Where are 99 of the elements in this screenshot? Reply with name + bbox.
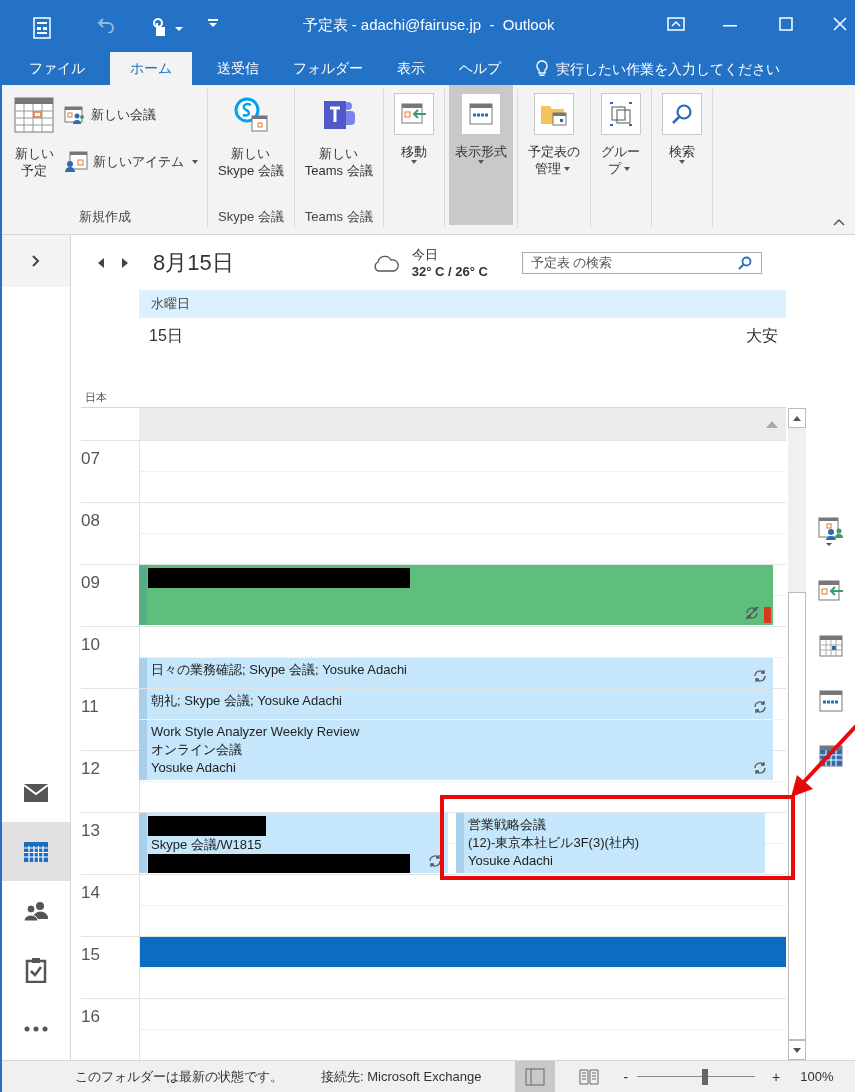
- hour-label: 16: [81, 1006, 101, 1028]
- expand-pane-icon[interactable]: [32, 255, 40, 267]
- weather-label: 今日: [411, 245, 439, 263]
- zoom-thumb[interactable]: [702, 1068, 709, 1085]
- lightbulb-icon: [536, 59, 548, 78]
- event-text: 営業戦略会議: [468, 816, 546, 834]
- zoom-in-button[interactable]: +: [772, 1068, 781, 1085]
- normal-view-button[interactable]: [515, 1061, 556, 1092]
- ribbon-tab[interactable]: ヘルプ: [442, 52, 518, 85]
- search-icon: [737, 255, 752, 270]
- scrollbar-thumb[interactable]: [788, 592, 806, 1040]
- hour-label: 12: [81, 758, 101, 780]
- group-label: Teams 会議: [304, 208, 373, 226]
- ribbon-tab[interactable]: 送受信: [200, 52, 276, 85]
- clipboard-check-icon[interactable]: [25, 956, 47, 983]
- event-text: Work Style Analyzer Weekly Review: [151, 723, 360, 741]
- hour-label: 08: [81, 510, 101, 532]
- event-text: 日々の業務確認; Skype 会議; Yosuke Adachi: [151, 661, 407, 679]
- calendar-event[interactable]: 営業戦略会議 (12)-東京本社ビル3F(3)(社内) Yosuke Adachi: [456, 813, 765, 873]
- ribbon-button[interactable]: 移動: [387, 85, 440, 225]
- new-items-icon: [64, 151, 88, 173]
- event-text: Yosuke Adachi: [151, 759, 236, 777]
- caret-icon: [477, 160, 484, 164]
- touch-mode-icon[interactable]: [150, 17, 184, 39]
- rokuyo-label: 大安: [746, 326, 778, 346]
- calendar-icon[interactable]: [24, 841, 48, 862]
- ribbon-tab[interactable]: 表示: [380, 52, 442, 85]
- temperature: 32° C / 26° C: [411, 262, 488, 280]
- calendar-day-icon[interactable]: [818, 635, 843, 657]
- meeting-icon: [64, 105, 86, 125]
- skype-meeting-icon: [232, 97, 269, 133]
- maximize-icon[interactable]: [779, 17, 793, 31]
- calendar-event[interactable]: Skype 会議/W1815: [139, 813, 448, 873]
- normal-view-icon: [525, 1067, 546, 1086]
- ribbon-button[interactable]: 新しい 予定: [6, 85, 62, 225]
- hour-label: 11: [81, 696, 100, 718]
- window-title: 予定表 - adachi@fairuse.jp - Outlook: [302, 16, 555, 35]
- scroll-up-button[interactable]: [788, 408, 806, 428]
- ribbon-button[interactable]: グルー プ: [594, 85, 647, 225]
- status-text: このフォルダーは最新の状態です。: [75, 1067, 283, 1086]
- hour-label: 15: [81, 944, 101, 966]
- ribbon-button[interactable]: 表示形式: [448, 85, 513, 225]
- tell-me-field[interactable]: 実行したい作業を入力してください: [554, 59, 808, 78]
- ribbon-button[interactable]: 予定表の 管理: [521, 85, 586, 225]
- scroll-down-button[interactable]: [788, 1040, 806, 1060]
- ribbon-button[interactable]: 新しい会議: [62, 103, 203, 127]
- event-text: 朝礼; Skype 会議; Yosuke Adachi: [151, 692, 342, 710]
- date-heading: 8月15日: [153, 248, 234, 277]
- caret-icon: [192, 160, 198, 164]
- calendar-event[interactable]: Work Style Analyzer Weekly Review オンライン会議 Yosuke Adachi: [139, 720, 773, 780]
- ribbon-display-icon[interactable]: [667, 17, 685, 31]
- time-zone-label: 日本: [85, 390, 107, 405]
- weekday-header: 水曜日: [139, 290, 786, 318]
- group-frame-icon: [608, 102, 633, 126]
- caret-icon: [678, 160, 685, 164]
- calendar-arrow-icon[interactable]: [817, 580, 844, 602]
- calendar-people-icon[interactable]: [817, 517, 844, 547]
- hour-label: 10: [81, 634, 101, 656]
- hour-label: 09: [81, 572, 101, 594]
- event-text: (12)-東京本社ビル3F(3)(社内): [468, 834, 640, 852]
- next-icon[interactable]: [121, 256, 129, 269]
- ribbon-tab[interactable]: フォルダー: [276, 52, 380, 85]
- hour-label: 07: [81, 448, 101, 470]
- calendar-week-icon: [468, 103, 493, 125]
- close-icon[interactable]: [833, 17, 847, 31]
- ribbon-button[interactable]: 検索: [655, 85, 708, 225]
- calendar-icon: [14, 97, 54, 133]
- search-icon: [670, 103, 693, 125]
- mail-icon[interactable]: [24, 783, 48, 802]
- event-text: Skype 会議/W1815: [151, 835, 262, 854]
- group-label: Skype 会議: [218, 208, 284, 226]
- caret-icon: [624, 166, 631, 171]
- calendar-week-icon[interactable]: [818, 690, 843, 712]
- collapse-ribbon-icon[interactable]: [833, 218, 845, 226]
- zoom-out-button[interactable]: -: [623, 1068, 629, 1085]
- calendar-arrow-icon: [400, 103, 427, 125]
- connection-status: 接続先: Microsoft Exchange: [321, 1067, 482, 1086]
- hour-label: 13: [81, 820, 101, 842]
- caret-icon: [410, 160, 417, 164]
- zoom-level: 100%: [800, 1069, 834, 1084]
- ribbon-button[interactable]: 新しいアイテム: [62, 149, 203, 175]
- people-icon[interactable]: [23, 900, 49, 921]
- day-number: 15日: [149, 326, 183, 346]
- group-label: 新規作成: [78, 208, 131, 226]
- ribbon-tab[interactable]: ファイル: [12, 52, 102, 85]
- event-text: Yosuke Adachi: [468, 852, 553, 870]
- calendar-event[interactable]: [139, 565, 773, 625]
- customize-icon[interactable]: [207, 17, 219, 29]
- calendar-event[interactable]: 日々の業務確認; Skype 会議; Yosuke Adachi: [139, 658, 773, 688]
- reading-view-icon: [579, 1067, 600, 1086]
- hour-label: 14: [81, 882, 101, 904]
- ribbon-tab[interactable]: ホーム: [110, 52, 192, 85]
- calendar-event[interactable]: 朝礼; Skype 会議; Yosuke Adachi: [139, 689, 773, 719]
- app-icon[interactable]: [32, 17, 52, 39]
- search-field[interactable]: 予定表 の検索: [521, 251, 762, 274]
- more-icon[interactable]: [24, 1025, 48, 1032]
- caret-icon: [563, 166, 570, 171]
- event-text: オンライン会議: [151, 741, 242, 759]
- previous-icon[interactable]: [97, 256, 105, 269]
